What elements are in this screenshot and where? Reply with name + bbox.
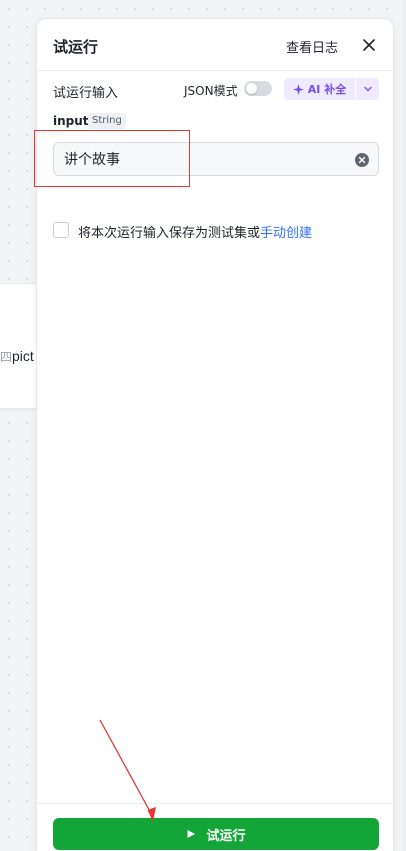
ai-complete-button[interactable]: AI 补全 [284,78,355,100]
save-as-testset-checkbox[interactable] [53,222,69,238]
field-type-badge: String [88,113,126,129]
panel-footer: 试运行 [37,803,393,851]
save-option-text: 将本次运行输入保存为测试集或 [78,226,261,241]
save-as-testset-label: 将本次运行输入保存为测试集或手动创建 [78,222,312,241]
close-icon[interactable] [360,36,378,54]
run-input-label: 试运行输入 [53,86,119,101]
panel-title: 试运行 [53,38,99,56]
field-name: input [53,114,89,128]
clear-icon[interactable] [355,152,369,167]
ai-options-dropdown[interactable] [356,78,379,100]
panel-header: 试运行 查看日志 [37,19,393,71]
ai-complete-group: AI 补全 [284,78,379,100]
view-log-link[interactable]: 查看日志 [286,37,338,56]
toggle-knob [246,83,257,94]
sparkle-icon [292,83,304,95]
ai-complete-label: AI 补全 [307,83,347,96]
input-field[interactable] [64,143,344,175]
input-field-wrapper [53,142,379,176]
json-mode-label: JSON模式 [184,84,238,98]
workflow-node-fragment[interactable]: 四pict [0,283,36,409]
play-icon [187,830,196,838]
json-mode-toggle[interactable] [244,81,272,96]
test-run-panel: 试运行 查看日志 试运行输入 JSON模式 AI 补全 input String… [34,18,394,851]
test-run-button[interactable]: 试运行 [53,818,379,850]
test-run-button-label: 试运行 [206,828,246,844]
chevron-down-icon [363,86,372,92]
node-fragment-label: 四pict [0,348,34,364]
manual-create-link[interactable]: 手动创建 [260,226,312,241]
